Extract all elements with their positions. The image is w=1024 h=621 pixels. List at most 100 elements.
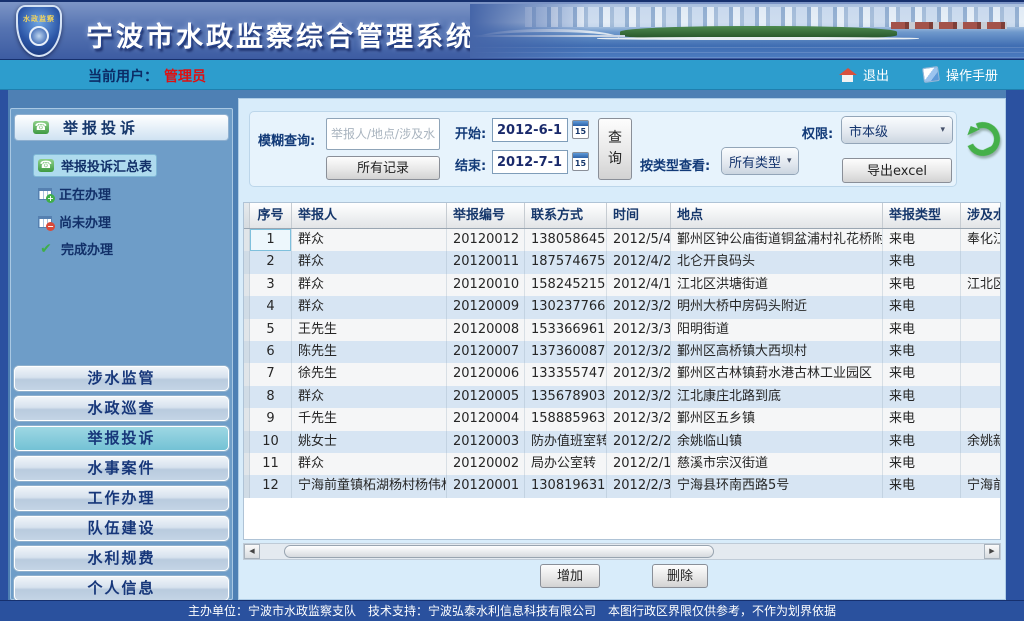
logout-button[interactable]: 退出 bbox=[839, 65, 889, 84]
end-date-label: 结束: bbox=[455, 155, 486, 174]
logo-text: 水政监察 bbox=[18, 15, 60, 23]
table-cell: 群众 bbox=[292, 386, 447, 408]
table-cell: 慈溪市宗汉街道 bbox=[671, 453, 883, 475]
table-row[interactable]: 4群众20120009130237766492012/3/29明州大桥中房码头附… bbox=[244, 296, 1000, 318]
manual-label: 操作手册 bbox=[946, 65, 998, 84]
table-row[interactable]: 11群众20120002局办公室转2012/2/10慈溪市宗汉街道来电 bbox=[244, 453, 1000, 475]
table-cell: 20120006 bbox=[447, 363, 525, 385]
sidebar-subitem-label: 正在办理 bbox=[59, 184, 111, 203]
table-header-cell[interactable]: 地点 bbox=[671, 203, 883, 228]
table-header-cell[interactable]: 举报类型 bbox=[883, 203, 961, 228]
query-button[interactable]: 查询 bbox=[598, 118, 632, 180]
permission-select[interactable]: 市本级 ▾ bbox=[842, 117, 952, 143]
table-cell: 20120005 bbox=[447, 386, 525, 408]
table-cell: 鄞州区古林镇葑水港古林工业园区 bbox=[671, 363, 883, 385]
water-admin-badge-logo: 水政监察 bbox=[10, 4, 68, 60]
scrollbar-thumb[interactable] bbox=[284, 545, 714, 558]
table-row[interactable]: 8群众20120005135678903902012/3/26江北康庄北路到底来… bbox=[244, 386, 1000, 408]
table-row[interactable]: 10姚女士20120003防办值班室转2012/2/23余姚临山镇来电余姚新奄 bbox=[244, 431, 1000, 453]
table-cell: 13081963176 bbox=[525, 475, 607, 497]
table-cell: 来电 bbox=[883, 296, 961, 318]
fuzzy-query-label: 模糊查询: bbox=[258, 130, 315, 149]
table-cell bbox=[961, 453, 1000, 475]
scroll-left-arrow-icon[interactable]: ◀ bbox=[244, 544, 260, 559]
sidebar-nav-2[interactable]: 举报投诉 bbox=[14, 426, 229, 451]
table-cell: 王先生 bbox=[292, 319, 447, 341]
table-cell: 13805864528 bbox=[525, 229, 607, 251]
refresh-button[interactable] bbox=[961, 117, 1005, 161]
sidebar-nav-4[interactable]: 工作办理 bbox=[14, 486, 229, 511]
table-header-cell[interactable]: 序号 bbox=[250, 203, 292, 228]
sidebar-subitem-0[interactable]: 举报投诉汇总表 bbox=[34, 155, 156, 176]
sidebar-nav-1[interactable]: 水政巡查 bbox=[14, 396, 229, 421]
table-cell: 宁海县环南西路5号 bbox=[671, 475, 883, 497]
calendar-icon[interactable]: 15 bbox=[572, 120, 589, 139]
table-row[interactable]: 5王先生20120008153366961212012/3/31阳明街道来电 bbox=[244, 319, 1000, 341]
all-records-button[interactable]: 所有记录 bbox=[326, 156, 440, 180]
sidebar-nav-5[interactable]: 队伍建设 bbox=[14, 516, 229, 541]
table-cell: 20120001 bbox=[447, 475, 525, 497]
export-excel-button[interactable]: 导出excel bbox=[842, 158, 952, 183]
table-cell: 来电 bbox=[883, 341, 961, 363]
table-cell: 2012/3/29 bbox=[607, 363, 671, 385]
table-cell: 2012/3/31 bbox=[607, 319, 671, 341]
phone-icon bbox=[38, 159, 54, 172]
delete-button[interactable]: 删除 bbox=[652, 564, 708, 588]
table-cell: 7 bbox=[250, 363, 292, 385]
table-row[interactable]: 7徐先生20120006133355747782012/3/29鄞州区古林镇葑水… bbox=[244, 363, 1000, 385]
sidebar-section-complaints[interactable]: 举报投诉 bbox=[15, 115, 228, 140]
table-cell: 13736008729 bbox=[525, 341, 607, 363]
table-cell: 群众 bbox=[292, 453, 447, 475]
horizontal-scrollbar[interactable]: ◀ ▶ bbox=[244, 544, 1000, 559]
table-cell: 6 bbox=[250, 341, 292, 363]
manual-button[interactable]: 操作手册 bbox=[923, 65, 998, 84]
sidebar-nav-7[interactable]: 个人信息 bbox=[14, 576, 229, 601]
footer: 主办单位：宁波市水政监察支队 技术支持：宁波弘泰水利信息科技有限公司 本图行政区… bbox=[0, 600, 1024, 621]
scroll-right-arrow-icon[interactable]: ▶ bbox=[984, 544, 1000, 559]
table-header-cell[interactable]: 涉及水域 bbox=[961, 203, 1000, 228]
table-cell: 来电 bbox=[883, 453, 961, 475]
sidebar-subitem-2[interactable]: 尚未办理 bbox=[34, 211, 115, 232]
table-cell: 20120007 bbox=[447, 341, 525, 363]
table-header-cell[interactable]: 时间 bbox=[607, 203, 671, 228]
table-header-cell[interactable]: 举报编号 bbox=[447, 203, 525, 228]
table-header-cell[interactable]: 联系方式 bbox=[525, 203, 607, 228]
sidebar-section-title: 举报投诉 bbox=[63, 117, 139, 138]
sidebar: 举报投诉 举报投诉汇总表正在办理尚未办理完成办理 涉水监管水政巡查举报投诉水事案… bbox=[10, 108, 233, 600]
sidebar-subitem-3[interactable]: 完成办理 bbox=[34, 238, 117, 259]
table-row[interactable]: 6陈先生20120007137360087292012/3/29鄞州区高桥镇大西… bbox=[244, 341, 1000, 363]
table-cell: 20120008 bbox=[447, 319, 525, 341]
complaints-table: 序号举报人举报编号联系方式时间地点举报类型涉及水域 1群众20120012138… bbox=[244, 203, 1000, 539]
table-cell: 2012/2/10 bbox=[607, 453, 671, 475]
table-row[interactable]: 1群众20120012138058645282012/5/4鄞州区钟公庙街道铜盆… bbox=[244, 229, 1000, 251]
current-user-name: 管理员 bbox=[164, 69, 206, 85]
table-row[interactable]: 3群众20120010158245215972012/4/17江北区洪塘街道来电… bbox=[244, 274, 1000, 296]
table-cell: 来电 bbox=[883, 408, 961, 430]
table-row[interactable]: 12宁海前童镇柘湖杨村杨伟林20120001130819631762012/2/… bbox=[244, 475, 1000, 497]
calendar-icon[interactable]: 15 bbox=[572, 152, 589, 171]
fuzzy-query-input[interactable] bbox=[326, 118, 440, 150]
sidebar-nav-3[interactable]: 水事案件 bbox=[14, 456, 229, 481]
table-row[interactable]: 9千先生20120004158885963252012/3/23鄞州区五乡镇来电 bbox=[244, 408, 1000, 430]
table-cell: 2012/3/29 bbox=[607, 341, 671, 363]
table-cell: 2012/5/4 bbox=[607, 229, 671, 251]
sidebar-nav-0[interactable]: 涉水监管 bbox=[14, 366, 229, 391]
start-date-input[interactable] bbox=[492, 118, 568, 142]
table-plus-icon bbox=[38, 188, 52, 200]
end-date-input[interactable] bbox=[492, 150, 568, 174]
table-cell: 2012/4/17 bbox=[607, 274, 671, 296]
table-cell bbox=[961, 363, 1000, 385]
logout-label: 退出 bbox=[863, 65, 889, 84]
table-cell: 来电 bbox=[883, 229, 961, 251]
filter-bar: 模糊查询: 所有记录 开始: 15 结束: 15 查询 按类型查看: 所有类型 … bbox=[250, 112, 956, 186]
footer-text: 主办单位：宁波市水政监察支队 技术支持：宁波弘泰水利信息科技有限公司 本图行政区… bbox=[188, 604, 836, 618]
table-row[interactable]: 2群众20120011187574675372012/4/23北仑开良码头来电 bbox=[244, 251, 1000, 273]
chevron-down-icon: ▾ bbox=[787, 156, 792, 166]
type-select[interactable]: 所有类型 ▾ bbox=[722, 148, 798, 174]
add-button[interactable]: 增加 bbox=[540, 564, 600, 588]
table-cell: 10 bbox=[250, 431, 292, 453]
sidebar-nav-6[interactable]: 水利规费 bbox=[14, 546, 229, 571]
sidebar-subitem-1[interactable]: 正在办理 bbox=[34, 183, 115, 204]
table-cell: 2 bbox=[250, 251, 292, 273]
table-header-cell[interactable]: 举报人 bbox=[292, 203, 447, 228]
